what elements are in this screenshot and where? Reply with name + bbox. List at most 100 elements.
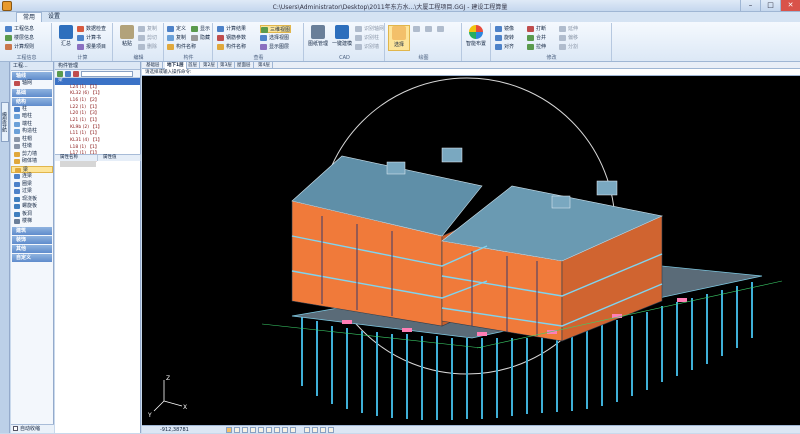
report-button[interactable]: 报量项目: [77, 43, 106, 51]
perpendicular-snap-icon[interactable]: [282, 427, 288, 433]
rotate-button[interactable]: 旋转: [495, 34, 514, 42]
rotate-view-icon[interactable]: [328, 427, 334, 433]
component-search-input[interactable]: [81, 71, 133, 77]
checkbox[interactable]: [13, 426, 18, 431]
tree-row[interactable]: KL31 (4) 【1】: [55, 138, 140, 145]
maximize-button[interactable]: □: [760, 0, 780, 11]
mirror-button[interactable]: 镜像: [495, 25, 514, 33]
delete-icon[interactable]: [73, 71, 79, 77]
add-icon[interactable]: [57, 71, 63, 77]
copy-icon[interactable]: [65, 71, 71, 77]
nav-category-other[interactable]: 其他: [12, 244, 52, 253]
zoom-all-icon[interactable]: [312, 427, 318, 433]
stretch-button[interactable]: 拉伸: [527, 43, 546, 51]
minimize-button[interactable]: –: [740, 0, 760, 11]
nav-item-hidden-column[interactable]: 暗柱: [11, 113, 53, 121]
comp-copy-button[interactable]: 复制: [167, 34, 186, 42]
nav-item-coupling-beam[interactable]: 连梁: [11, 173, 53, 181]
calc-result-button[interactable]: 计算结果: [217, 25, 246, 33]
nav-category-axis[interactable]: 轴线: [12, 72, 52, 80]
nav-item-masonry-wall[interactable]: 砌体墙: [11, 158, 53, 166]
floor-tab[interactable]: 第2层: [201, 62, 218, 69]
calc-rules-button[interactable]: 计算规则: [5, 43, 34, 51]
nav-category-custom[interactable]: 自定义: [12, 253, 52, 262]
auto-collapse-toggle[interactable]: 自动收缩: [11, 424, 54, 433]
cut-button[interactable]: 剪切: [138, 34, 157, 42]
zoom-window-icon[interactable]: [304, 427, 310, 433]
floor-tab[interactable]: 基础层: [144, 62, 163, 69]
3d-model-view[interactable]: Z X Y: [142, 76, 800, 425]
nav-category-foundation[interactable]: 基础: [12, 88, 52, 97]
summary-button[interactable]: 汇总: [55, 25, 77, 51]
comp-label-button[interactable]: 构件名称: [217, 43, 246, 51]
tab-settings[interactable]: 设置: [42, 12, 66, 22]
grid-toggle-icon[interactable]: [242, 427, 248, 433]
break-button[interactable]: 打断: [527, 25, 546, 33]
midpoint-snap-icon[interactable]: [266, 427, 272, 433]
nav-item-beam[interactable]: 梁: [11, 165, 53, 173]
hide-button[interactable]: 隐藏: [191, 34, 210, 42]
rebar-param-button[interactable]: 钢筋参数: [217, 34, 246, 42]
rect-tool[interactable]: [437, 25, 449, 33]
nav-item-end-column[interactable]: 端柱: [11, 121, 53, 129]
nav-category-architecture[interactable]: 建筑: [12, 226, 52, 235]
nav-item-spiral-slab[interactable]: 螺旋板: [11, 203, 53, 211]
nav-item-column-cap[interactable]: 柱帽: [11, 136, 53, 144]
nav-item-constructional-column[interactable]: 构造柱: [11, 128, 53, 136]
nav-item-shear-wall[interactable]: 剪力墙: [11, 151, 53, 159]
select-button[interactable]: 选择: [388, 25, 410, 51]
floor-tab[interactable]: 首层: [186, 62, 200, 69]
nav-category-decoration[interactable]: 装饰: [12, 235, 52, 244]
split-button[interactable]: 分割: [559, 43, 578, 51]
nav-item-stairs[interactable]: 楼梯: [11, 218, 53, 226]
tab-common[interactable]: 常用: [16, 12, 43, 22]
project-info-button[interactable]: 工程信息: [5, 25, 34, 33]
data-check-button[interactable]: 数据检查: [77, 25, 106, 33]
nav-item-column-pier[interactable]: 柱墩: [11, 143, 53, 151]
line-tool[interactable]: [413, 25, 425, 33]
nav-header[interactable]: 工程...: [11, 62, 53, 71]
merge-button[interactable]: 合并: [527, 34, 546, 42]
tree-row[interactable]: L21 (1) 【1】: [55, 118, 140, 125]
nav-item-axis-grid[interactable]: 轴网: [11, 80, 53, 88]
copy-button[interactable]: 复制: [138, 25, 157, 33]
delete-button[interactable]: 删除: [138, 43, 157, 51]
property-row[interactable]: [60, 161, 96, 167]
intersection-snap-icon[interactable]: [290, 427, 296, 433]
comp-name-button[interactable]: 构件名称: [167, 43, 196, 51]
nav-item-ring-beam[interactable]: 圈梁: [11, 181, 53, 189]
tree-row[interactable]: KL32 (6) 【1】: [55, 91, 140, 98]
model-nav-tab[interactable]: 模型导航: [1, 102, 9, 142]
smart-layout-button[interactable]: 智能布置: [465, 25, 487, 51]
identify-column-button[interactable]: 识别柱: [355, 34, 379, 42]
nav-item-slab[interactable]: 现浇板: [11, 196, 53, 204]
tree-row[interactable]: L20 (1) 【3】: [55, 111, 140, 118]
tree-row[interactable]: L11 (1) 【1】: [55, 131, 140, 138]
floor-tab[interactable]: 第4层: [256, 62, 273, 69]
floor-info-button[interactable]: 楼层信息: [5, 34, 34, 42]
tree-row[interactable]: L16 (1) 【2】: [55, 98, 140, 105]
show-button[interactable]: 显示: [191, 25, 210, 33]
align-button[interactable]: 对齐: [495, 43, 514, 51]
nav-item-slab-hole[interactable]: 板洞: [11, 211, 53, 219]
offset-button[interactable]: 偏移: [559, 34, 578, 42]
floor-tab[interactable]: 屋面层: [235, 62, 254, 69]
endpoint-snap-icon[interactable]: [258, 427, 264, 433]
define-button[interactable]: 定义: [167, 25, 186, 33]
calc-book-button[interactable]: 计算书: [77, 34, 101, 42]
one-click-model-button[interactable]: 一键建模: [331, 25, 353, 51]
command-line[interactable]: 请选择或输入操作命令:: [142, 69, 800, 76]
extend-button[interactable]: 延伸: [559, 25, 578, 33]
identify-axis-button[interactable]: 识别轴网: [355, 25, 384, 33]
floor-tab[interactable]: 第3层: [218, 62, 235, 69]
paste-button[interactable]: 粘贴: [116, 25, 138, 51]
center-snap-icon[interactable]: [274, 427, 280, 433]
drawing-manager-button[interactable]: 图纸管理: [307, 25, 329, 51]
identify-wall-button[interactable]: 识别墙: [355, 43, 379, 51]
floor-tab-active[interactable]: 地下1层: [165, 62, 187, 69]
osnap-toggle-icon[interactable]: [250, 427, 256, 433]
close-button[interactable]: ✕: [780, 0, 800, 11]
model-canvas[interactable]: 基础层 地下1层 首层 第2层 第3层 屋面层 第4层 请选择或输入操作命令:: [142, 62, 800, 433]
ortho-toggle-icon[interactable]: [226, 427, 232, 433]
pan-icon[interactable]: [320, 427, 326, 433]
